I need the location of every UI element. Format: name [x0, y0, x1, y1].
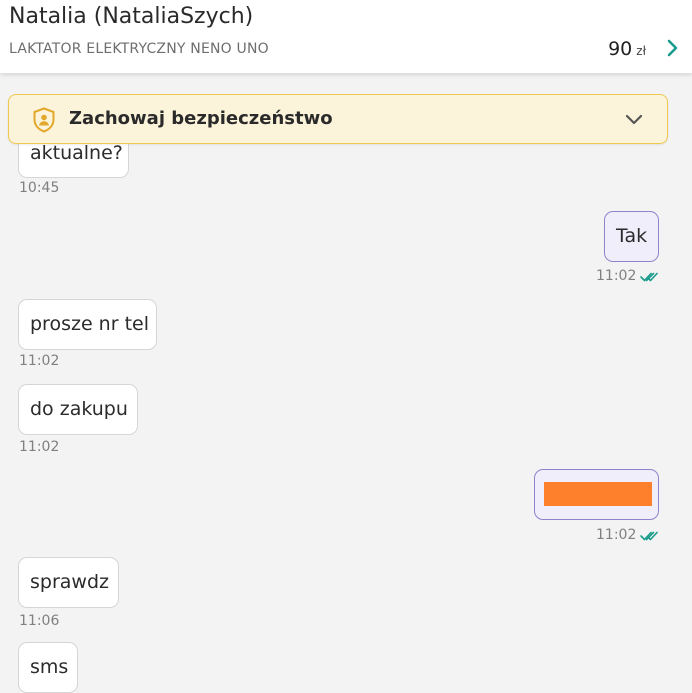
chevron-down-icon[interactable] — [625, 112, 643, 126]
message-time: 11:02 — [19, 353, 60, 369]
contact-name[interactable]: Natalia (NataliaSzych) — [9, 4, 253, 29]
safety-banner-label: Zachowaj bezpieczeństwo — [69, 108, 333, 129]
conversation-header: Natalia (NataliaSzych) LAKTATOR ELEKTRYC… — [0, 0, 692, 73]
price-currency: zł — [636, 44, 646, 58]
shield-user-icon — [33, 107, 55, 133]
message-time: 11:02 — [596, 527, 637, 543]
message-bubble-incoming: do zakupu — [18, 384, 138, 435]
message-bubble-incoming: sprawdz — [18, 557, 119, 608]
price-value: 90 — [608, 38, 633, 60]
redacted-phone-number — [544, 482, 652, 506]
double-check-icon — [640, 531, 658, 541]
double-check-icon — [640, 272, 658, 282]
message-text: sms — [30, 656, 69, 678]
safety-banner[interactable]: Zachowaj bezpieczeństwo — [8, 94, 668, 144]
message-text: do zakupu — [30, 398, 128, 420]
message-bubble-outgoing: Tak — [604, 211, 659, 262]
message-text: aktualne? — [30, 142, 123, 164]
message-time: 11:02 — [19, 439, 60, 455]
message-bubble-outgoing-redacted — [534, 469, 659, 520]
message-time: 10:45 — [19, 180, 60, 196]
message-text: sprawdz — [30, 571, 109, 593]
chevron-right-icon[interactable] — [666, 38, 680, 58]
message-time: 11:06 — [19, 613, 60, 629]
message-bubble-incoming: sms — [18, 642, 78, 693]
message-text: prosze nr tel — [30, 313, 149, 335]
message-text: Tak — [616, 225, 648, 247]
message-time: 11:02 — [596, 268, 637, 284]
item-price: 90 zł — [608, 38, 646, 60]
message-bubble-incoming: prosze nr tel — [18, 299, 157, 350]
item-title[interactable]: LAKTATOR ELEKTRYCZNY NENO UNO — [9, 41, 269, 57]
